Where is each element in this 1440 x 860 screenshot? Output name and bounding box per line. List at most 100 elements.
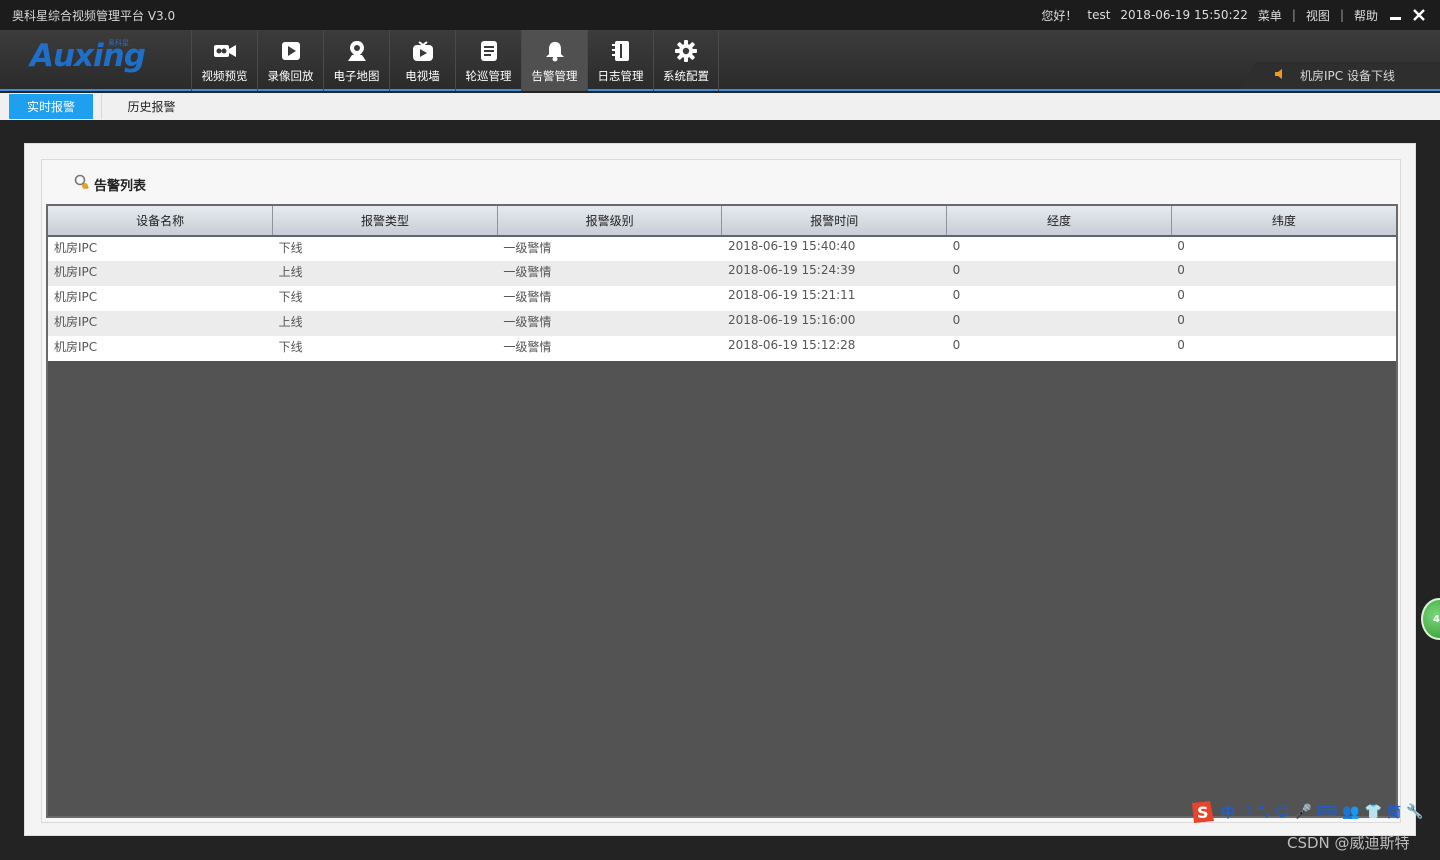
tv-icon bbox=[411, 39, 435, 63]
table-cell: 0 bbox=[1171, 311, 1396, 336]
speaker-icon bbox=[1274, 68, 1286, 83]
nav-label: 电子地图 bbox=[333, 69, 380, 83]
title-bar: 奥科星综合视频管理平台 V3.0 您好！ test 2018-06-19 15:… bbox=[0, 0, 1440, 30]
ime-toolbar: S 中 ☽ °, ☺ 🎤 ⌨ 👥 👕 简 🔧 bbox=[1188, 798, 1440, 826]
table-cell: 机房IPC bbox=[48, 311, 273, 336]
ime-keyboard-icon[interactable]: ⌨ bbox=[1317, 804, 1337, 820]
main-nav: 视频预览 录像回放 电子地图 电视墙 轮巡管理 告警管理 日志管理 系统配置 bbox=[191, 30, 719, 91]
nav-label: 轮巡管理 bbox=[465, 69, 512, 83]
table-cell: 一级警情 bbox=[497, 286, 722, 311]
alert-banner-text: 机房IPC 设备下线 bbox=[1300, 69, 1395, 83]
sub-tabs: 实时报警 历史报警 bbox=[0, 93, 1440, 120]
table-header: 设备名称 报警类型 报警级别 报警时间 经度 纬度 bbox=[48, 206, 1396, 237]
table-row[interactable]: 机房IPC 下线 一级警情 2018-06-19 15:40:40 0 0 bbox=[48, 236, 1396, 261]
table-row[interactable]: 机房IPC 上线 一级警情 2018-06-19 15:24:39 0 0 bbox=[48, 261, 1396, 286]
alert-banner[interactable]: 机房IPC 设备下线 bbox=[1240, 62, 1440, 89]
column-header[interactable]: 报警级别 bbox=[497, 206, 723, 237]
table-cell: 上线 bbox=[272, 311, 498, 336]
watermark: CSDN @威迪斯特 bbox=[1287, 834, 1410, 852]
table-cell: 2018-06-19 15:21:11 bbox=[721, 286, 947, 311]
nav-label: 视频预览 bbox=[201, 69, 248, 83]
nav-item-playback[interactable]: 录像回放 bbox=[257, 30, 323, 91]
table-cell: 一级警情 bbox=[497, 336, 722, 361]
ime-user-icon[interactable]: 👥 bbox=[1342, 804, 1359, 820]
table-cell: 机房IPC bbox=[48, 261, 273, 286]
header-row: 设备名称 报警类型 报警级别 报警时间 经度 纬度 bbox=[48, 206, 1396, 237]
table-cell: 下线 bbox=[272, 286, 498, 311]
logo-subtext: 奥科星 bbox=[108, 39, 129, 47]
play-icon bbox=[279, 39, 303, 63]
column-header[interactable]: 纬度 bbox=[1171, 206, 1396, 237]
nav-item-alarm[interactable]: 告警管理 bbox=[521, 30, 587, 91]
alarm-table-container: 设备名称 报警类型 报警级别 报警时间 经度 纬度 机房IPC 下线 一级警情 2018-06-… bbox=[46, 204, 1398, 818]
close-button[interactable] bbox=[1412, 8, 1426, 22]
nav-item-settings[interactable]: 系统配置 bbox=[653, 30, 719, 91]
ime-voice-icon[interactable]: 🎤 bbox=[1295, 804, 1312, 820]
table-cell: 下线 bbox=[272, 236, 498, 261]
minimize-button[interactable] bbox=[1388, 8, 1402, 22]
ime-chinese-mode[interactable]: 中 bbox=[1221, 802, 1235, 822]
table-cell: 0 bbox=[946, 286, 1172, 311]
document-icon bbox=[477, 39, 501, 63]
table-cell: 机房IPC bbox=[48, 336, 273, 361]
column-header[interactable]: 报警类型 bbox=[272, 206, 498, 237]
table-cell: 上线 bbox=[272, 261, 498, 286]
ime-emoji-icon[interactable]: ☺ bbox=[1275, 804, 1290, 820]
menu-link[interactable]: 菜单 bbox=[1258, 7, 1282, 24]
view-link[interactable]: 视图 bbox=[1306, 7, 1330, 24]
sogou-logo-icon[interactable]: S bbox=[1188, 799, 1216, 825]
tab-realtime-alarm[interactable]: 实时报警 bbox=[9, 94, 93, 119]
header: Auxing 奥科星 视频预览 录像回放 电子地图 电视墙 轮巡管理 告警管理 … bbox=[0, 30, 1440, 91]
ime-simplified-mode[interactable]: 简 bbox=[1387, 802, 1401, 822]
column-header[interactable]: 报警时间 bbox=[721, 206, 948, 237]
panel-title: 告警列表 bbox=[74, 174, 146, 194]
help-link[interactable]: 帮助 bbox=[1354, 7, 1378, 24]
table-cell: 一级警情 bbox=[497, 261, 722, 286]
ime-punctuation-icon[interactable]: °, bbox=[1258, 804, 1270, 820]
table-cell: 2018-06-19 15:40:40 bbox=[721, 236, 947, 261]
table-cell: 0 bbox=[1171, 236, 1396, 261]
table-row[interactable]: 机房IPC 上线 一级警情 2018-06-19 15:16:00 0 0 bbox=[48, 311, 1396, 336]
title-bar-right: 您好！ test 2018-06-19 15:50:22 菜单 | 视图 | 帮… bbox=[1041, 7, 1440, 24]
main-panel: 告警列表 设备名称 报警类型 报警级别 报警时间 经度 纬度 机房IPC 下线 一级警情 201… bbox=[24, 143, 1416, 836]
column-header[interactable]: 经度 bbox=[946, 206, 1172, 237]
nav-label: 日志管理 bbox=[597, 69, 644, 83]
notebook-icon bbox=[609, 39, 633, 63]
ime-halfwidth-icon[interactable]: ☽ bbox=[1240, 804, 1253, 820]
table-cell: 2018-06-19 15:12:28 bbox=[721, 336, 947, 361]
column-header[interactable]: 设备名称 bbox=[48, 206, 274, 237]
nav-item-log[interactable]: 日志管理 bbox=[587, 30, 653, 91]
bell-icon bbox=[543, 39, 567, 63]
video-camera-icon bbox=[213, 39, 237, 63]
search-alarm-icon bbox=[74, 174, 90, 194]
separator: | bbox=[1339, 8, 1344, 22]
logo: Auxing 奥科星 bbox=[30, 38, 180, 82]
table-row[interactable]: 机房IPC 下线 一级警情 2018-06-19 15:12:28 0 0 bbox=[48, 336, 1396, 361]
ime-settings-icon[interactable]: 🔧 bbox=[1406, 804, 1423, 820]
nav-label: 录像回放 bbox=[267, 69, 314, 83]
table-cell: 一级警情 bbox=[497, 311, 722, 336]
ime-skin-icon[interactable]: 👕 bbox=[1365, 804, 1382, 820]
table-cell: 0 bbox=[946, 336, 1172, 361]
table-cell: 0 bbox=[946, 311, 1172, 336]
nav-item-tv-wall[interactable]: 电视墙 bbox=[389, 30, 455, 91]
table-cell: 0 bbox=[1171, 261, 1396, 286]
nav-label: 电视墙 bbox=[405, 69, 440, 83]
alarm-table: 设备名称 报警类型 报警级别 报警时间 经度 纬度 机房IPC 下线 一级警情 2018-06-… bbox=[48, 206, 1396, 361]
tab-history-alarm[interactable]: 历史报警 bbox=[101, 94, 201, 119]
greeting: 您好！ bbox=[1041, 8, 1078, 23]
table-cell: 一级警情 bbox=[497, 236, 722, 261]
gear-icon bbox=[674, 39, 698, 63]
datetime: 2018-06-19 15:50:22 bbox=[1120, 8, 1248, 22]
table-cell: 2018-06-19 15:24:39 bbox=[721, 261, 947, 286]
table-row[interactable]: 机房IPC 下线 一级警情 2018-06-19 15:21:11 0 0 bbox=[48, 286, 1396, 311]
nav-label: 告警管理 bbox=[531, 69, 578, 83]
nav-item-emap[interactable]: 电子地图 bbox=[323, 30, 389, 91]
table-cell: 2018-06-19 15:16:00 bbox=[721, 311, 947, 336]
nav-item-patrol[interactable]: 轮巡管理 bbox=[455, 30, 521, 91]
panel-title-text: 告警列表 bbox=[94, 178, 147, 194]
app-title: 奥科星综合视频管理平台 V3.0 bbox=[12, 8, 176, 23]
table-cell: 0 bbox=[946, 261, 1172, 286]
floating-assistant-ball[interactable]: 44 bbox=[1421, 598, 1440, 640]
nav-item-video-preview[interactable]: 视频预览 bbox=[191, 30, 257, 91]
